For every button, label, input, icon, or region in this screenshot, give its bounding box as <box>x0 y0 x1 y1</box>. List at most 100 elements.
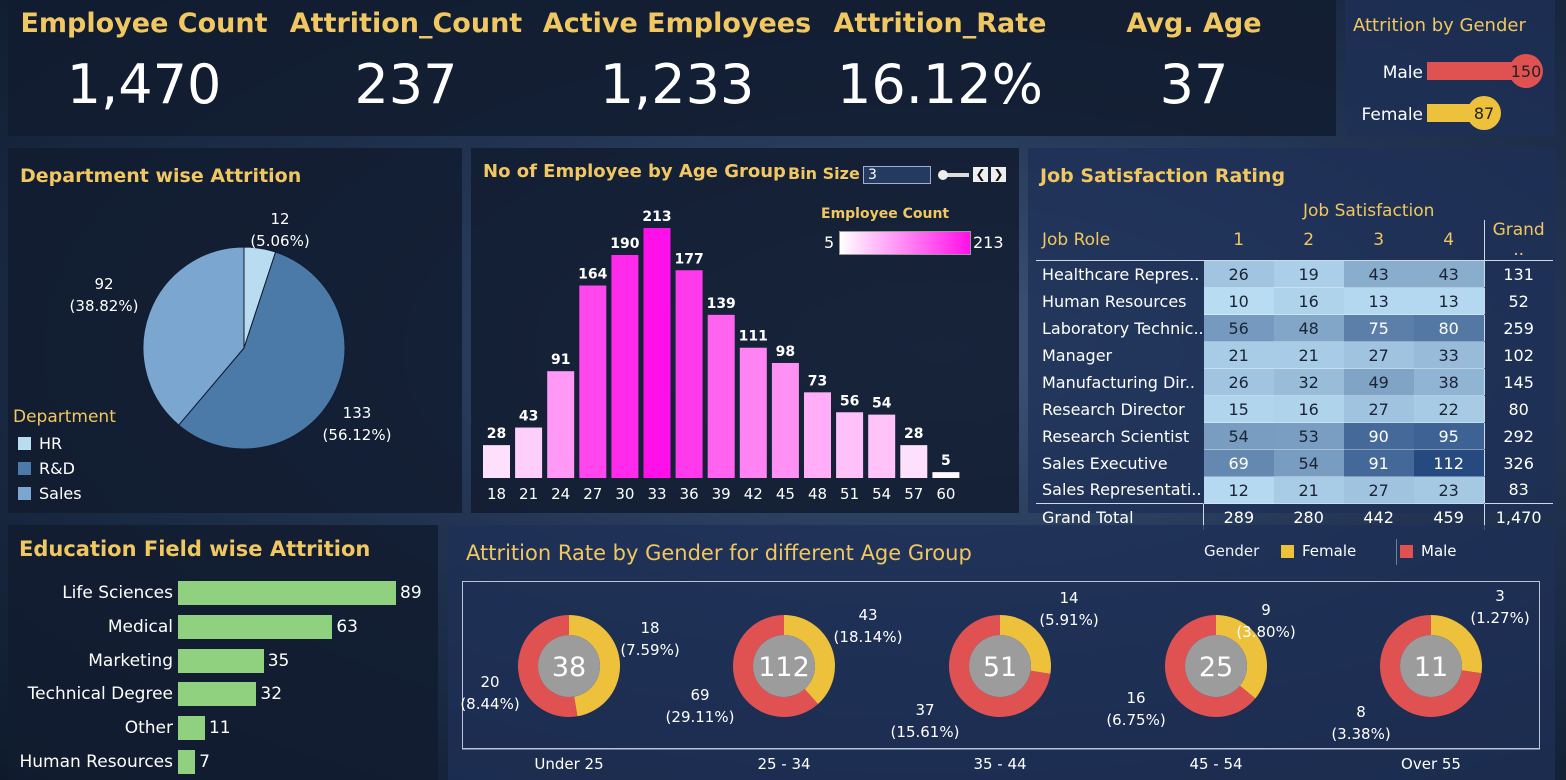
edu-category-label: Marketing <box>88 650 173 671</box>
edu-bar-row: Human Resources 7 <box>8 750 210 774</box>
age-bar[interactable] <box>483 445 510 478</box>
job-heat-cell[interactable]: 91 <box>1343 449 1414 477</box>
age-bar[interactable] <box>643 228 671 478</box>
kpi-value: 1,470 <box>66 53 222 116</box>
job-heat-cell[interactable]: 10 <box>1203 287 1274 315</box>
age-bar[interactable] <box>611 254 639 478</box>
job-role-label: Research Director <box>1042 399 1185 419</box>
age-bar[interactable] <box>900 445 928 478</box>
job-grand-header: Grand .. <box>1483 220 1553 261</box>
job-heat-cell[interactable]: 21 <box>1203 341 1274 369</box>
job-heat-cell[interactable]: 15 <box>1203 395 1274 423</box>
dept-legend-hr[interactable]: HR <box>18 434 62 453</box>
job-row: Healthcare Repres.. 26 19 43 43 131 <box>1036 260 1553 288</box>
kpi-value: 37 <box>1159 53 1229 116</box>
job-heat-cell[interactable]: 112 <box>1413 449 1485 477</box>
job-heat-cell[interactable]: 16 <box>1273 287 1344 315</box>
edu-bar[interactable] <box>178 750 196 774</box>
age-bar[interactable] <box>707 314 735 478</box>
age-bar[interactable] <box>868 414 896 478</box>
age-bar-value: 164 <box>578 267 607 283</box>
age-axis-tick: 33 <box>647 485 666 503</box>
job-heat-cell[interactable]: 38 <box>1413 368 1485 396</box>
age-bar[interactable] <box>932 472 960 478</box>
job-heat-cell[interactable]: 69 <box>1203 449 1274 477</box>
job-row-total: 80 <box>1483 395 1553 423</box>
job-row: Laboratory Technic.. 56 48 75 80 259 <box>1036 314 1553 342</box>
job-heat-cell[interactable]: 48 <box>1273 314 1344 342</box>
job-heat-cell[interactable]: 27 <box>1343 395 1414 423</box>
job-heat-cell[interactable]: 43 <box>1413 260 1485 288</box>
edu-bar[interactable] <box>178 648 264 673</box>
job-row-total: 292 <box>1483 422 1553 450</box>
edu-bar[interactable] <box>178 682 257 707</box>
kpi-value: 16.12% <box>837 53 1043 116</box>
job-col-header: 2 <box>1273 220 1344 261</box>
job-heat-cell[interactable]: 23 <box>1413 476 1485 504</box>
age-bar-value: 73 <box>808 373 827 389</box>
kpi-label: Active Employees <box>542 8 812 39</box>
job-heat-cell[interactable]: 21 <box>1273 476 1344 504</box>
age-bar[interactable] <box>836 412 864 478</box>
job-heat-cell[interactable]: 54 <box>1203 422 1274 450</box>
job-heat-cell[interactable]: 19 <box>1273 260 1344 288</box>
donut-group-label: Under 25 <box>534 755 603 773</box>
age-bar[interactable] <box>579 285 607 478</box>
job-heat-cell[interactable]: 53 <box>1273 422 1344 450</box>
age-bar-value: 28 <box>904 426 923 442</box>
job-heat-cell[interactable]: 49 <box>1343 368 1414 396</box>
age-bar-value: 5 <box>941 453 951 469</box>
age-bar-value: 111 <box>739 329 768 345</box>
job-heat-cell[interactable]: 16 <box>1273 395 1344 423</box>
job-heat-cell[interactable]: 54 <box>1273 449 1344 477</box>
dept-legend-sales[interactable]: Sales <box>18 484 82 503</box>
job-heat-cell[interactable]: 12 <box>1203 476 1274 504</box>
edu-bar[interactable] <box>178 614 333 639</box>
gender-value-female: 87 <box>1474 104 1494 123</box>
age-bar[interactable] <box>547 371 575 478</box>
job-row-total: 52 <box>1483 287 1553 315</box>
age-axis-tick: 45 <box>776 485 795 503</box>
job-heat-cell[interactable]: 43 <box>1343 260 1414 288</box>
age-bar-value: 56 <box>840 393 859 409</box>
dept-legend-rd[interactable]: R&D <box>18 459 75 478</box>
job-heat-cell[interactable]: 27 <box>1343 476 1414 504</box>
job-col-group-label: Job Satisfaction <box>1303 201 1435 221</box>
job-heat-cell[interactable]: 26 <box>1203 368 1274 396</box>
age-bar[interactable] <box>804 392 831 478</box>
donut-male-pct: (29.11%) <box>666 708 735 726</box>
donut-group-label: Over 55 <box>1401 755 1461 773</box>
job-heat-cell[interactable]: 75 <box>1343 314 1414 342</box>
job-heat-cell[interactable]: 80 <box>1413 314 1485 342</box>
job-row: Manager 21 21 27 33 102 <box>1036 341 1553 369</box>
dept-panel: Department wise Attrition 12 (5.06%) 92 … <box>8 148 462 513</box>
donut-total: 112 <box>758 652 810 683</box>
gender-chart: Male 150 Female 87 <box>1362 54 1543 130</box>
job-heat-cell[interactable]: 21 <box>1273 341 1344 369</box>
edu-bar[interactable] <box>178 716 205 741</box>
job-heat-cell[interactable]: 32 <box>1273 368 1344 396</box>
age-bar[interactable] <box>771 362 799 478</box>
job-heat-cell[interactable]: 95 <box>1413 422 1485 450</box>
gender-panel: Attrition by Gender Male 150 Female 87 <box>1345 0 1555 136</box>
job-heat-cell[interactable]: 56 <box>1203 314 1274 342</box>
age-bar[interactable] <box>739 347 767 478</box>
edu-bar[interactable] <box>178 581 396 605</box>
age-bar[interactable] <box>515 427 543 478</box>
age-bar[interactable] <box>675 270 703 478</box>
donut-total: 38 <box>552 652 586 683</box>
donut-male-value: 37 <box>915 701 934 719</box>
job-heat-cell[interactable]: 26 <box>1203 260 1274 288</box>
job-row-total: 145 <box>1483 368 1553 396</box>
job-heat-cell[interactable]: 33 <box>1413 341 1485 369</box>
job-row: Sales Representati.. 12 21 27 23 83 <box>1036 476 1553 504</box>
job-heat-cell[interactable]: 22 <box>1413 395 1485 423</box>
job-heat-cell[interactable]: 13 <box>1413 287 1485 315</box>
job-heat-cell[interactable]: 13 <box>1343 287 1414 315</box>
job-heat-cell[interactable]: 90 <box>1343 422 1414 450</box>
job-heat-cell[interactable]: 27 <box>1343 341 1414 369</box>
legend-label: R&D <box>39 459 75 478</box>
kpi-panel: Employee Count 1,470 Attrition_Count 237… <box>8 0 1336 136</box>
age-panel: No of Employee by Age Group Bin Size 3 ❮… <box>471 148 1019 513</box>
edu-bar-value: 35 <box>267 650 290 671</box>
